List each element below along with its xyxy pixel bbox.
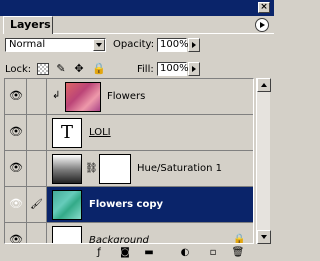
eye-icon: 👁	[9, 197, 23, 210]
adjustment-layer-icon[interactable]: ◐	[178, 246, 192, 259]
blend-mode-value: Normal	[9, 39, 46, 50]
layer-name[interactable]: Hue/Saturation 1	[137, 162, 222, 176]
layer-row-flowers-copy[interactable]: 👁 🖌 Flowers copy	[5, 187, 253, 223]
fill-slider-button[interactable]	[188, 62, 200, 76]
visibility-toggle[interactable]: 👁	[5, 187, 27, 222]
scroll-down-button[interactable]	[257, 230, 271, 244]
eye-icon: 👁	[9, 233, 23, 244]
trash-icon[interactable]: 🗑	[231, 246, 245, 259]
tab-divider	[53, 33, 274, 34]
transparency-lock-icon[interactable]	[37, 63, 49, 75]
layer-name[interactable]: Flowers	[107, 90, 145, 104]
layers-panel: × Layers Normal Opacity: 100% Lock: ✎ ✥ …	[0, 0, 274, 261]
lock-icon[interactable]: 🔒	[92, 63, 106, 75]
brush-lock-icon[interactable]: ✎	[55, 63, 67, 75]
opacity-slider-button[interactable]	[188, 38, 200, 52]
panel-menu-button[interactable]	[255, 18, 269, 32]
tab-layers[interactable]: Layers	[3, 16, 53, 34]
visibility-toggle[interactable]: 👁	[5, 115, 27, 150]
layer-thumbnail	[52, 226, 82, 243]
clipping-arrow-icon: ↲	[52, 90, 61, 101]
opacity-label: Opacity:	[113, 39, 155, 50]
layer-row-hue-saturation[interactable]: 👁 ⛓ Hue/Saturation 1	[5, 151, 253, 187]
chevron-down-icon[interactable]	[93, 39, 105, 51]
layers-toolbar: ƒ ◙ ▬ ◐ ▫ 🗑	[0, 244, 274, 261]
layer-style-icon[interactable]: ƒ	[92, 246, 106, 259]
fill-label: Fill:	[137, 64, 154, 75]
lock-icon: 🔒	[233, 234, 246, 244]
layer-name[interactable]: Flowers copy	[89, 198, 163, 212]
eye-icon: 👁	[9, 125, 23, 138]
layer-link-cell[interactable]	[27, 151, 47, 186]
adjustment-thumbnail	[52, 154, 82, 184]
layer-row-background[interactable]: 👁 Background 🔒	[5, 223, 253, 244]
layer-thumbnail	[65, 82, 101, 112]
layer-row-flowers[interactable]: 👁 ↲ Flowers	[5, 79, 253, 115]
scroll-up-button[interactable]	[257, 78, 271, 92]
opacity-input[interactable]: 100%	[157, 38, 189, 52]
layers-scrollbar[interactable]	[256, 78, 271, 244]
new-set-icon[interactable]: ▬	[142, 246, 156, 259]
layer-link-cell[interactable]	[27, 223, 47, 243]
layer-row-loli[interactable]: 👁 T LOLI	[5, 115, 253, 151]
text-layer-thumbnail: T	[52, 118, 82, 148]
eye-icon: 👁	[9, 89, 23, 102]
layer-thumbnail	[52, 190, 82, 220]
new-layer-icon[interactable]: ▫	[206, 246, 220, 259]
lock-label: Lock:	[5, 64, 32, 75]
layer-link-cell[interactable]	[27, 115, 47, 150]
layer-link-cell[interactable]	[27, 79, 47, 114]
layer-name[interactable]: Background	[89, 234, 149, 243]
fill-input[interactable]: 100%	[157, 62, 189, 76]
visibility-toggle[interactable]: 👁	[5, 79, 27, 114]
visibility-toggle[interactable]: 👁	[5, 151, 27, 186]
blend-mode-select[interactable]: Normal	[5, 38, 106, 52]
move-lock-icon[interactable]: ✥	[73, 63, 85, 75]
visibility-toggle[interactable]: 👁	[5, 223, 27, 244]
layers-list: 👁 ↲ Flowers 👁 T LOLI 👁 ⛓ Hue/Saturation …	[4, 78, 254, 244]
layer-mask-thumbnail	[99, 154, 131, 184]
panel-title-bar[interactable]: ×	[0, 0, 274, 16]
close-button[interactable]: ×	[258, 2, 270, 13]
chain-link-icon[interactable]: ⛓	[85, 163, 98, 174]
layer-name[interactable]: LOLI	[89, 126, 111, 140]
add-mask-icon[interactable]: ◙	[118, 246, 132, 259]
eye-icon: 👁	[9, 161, 23, 174]
paintbrush-icon[interactable]: 🖌	[27, 187, 47, 222]
